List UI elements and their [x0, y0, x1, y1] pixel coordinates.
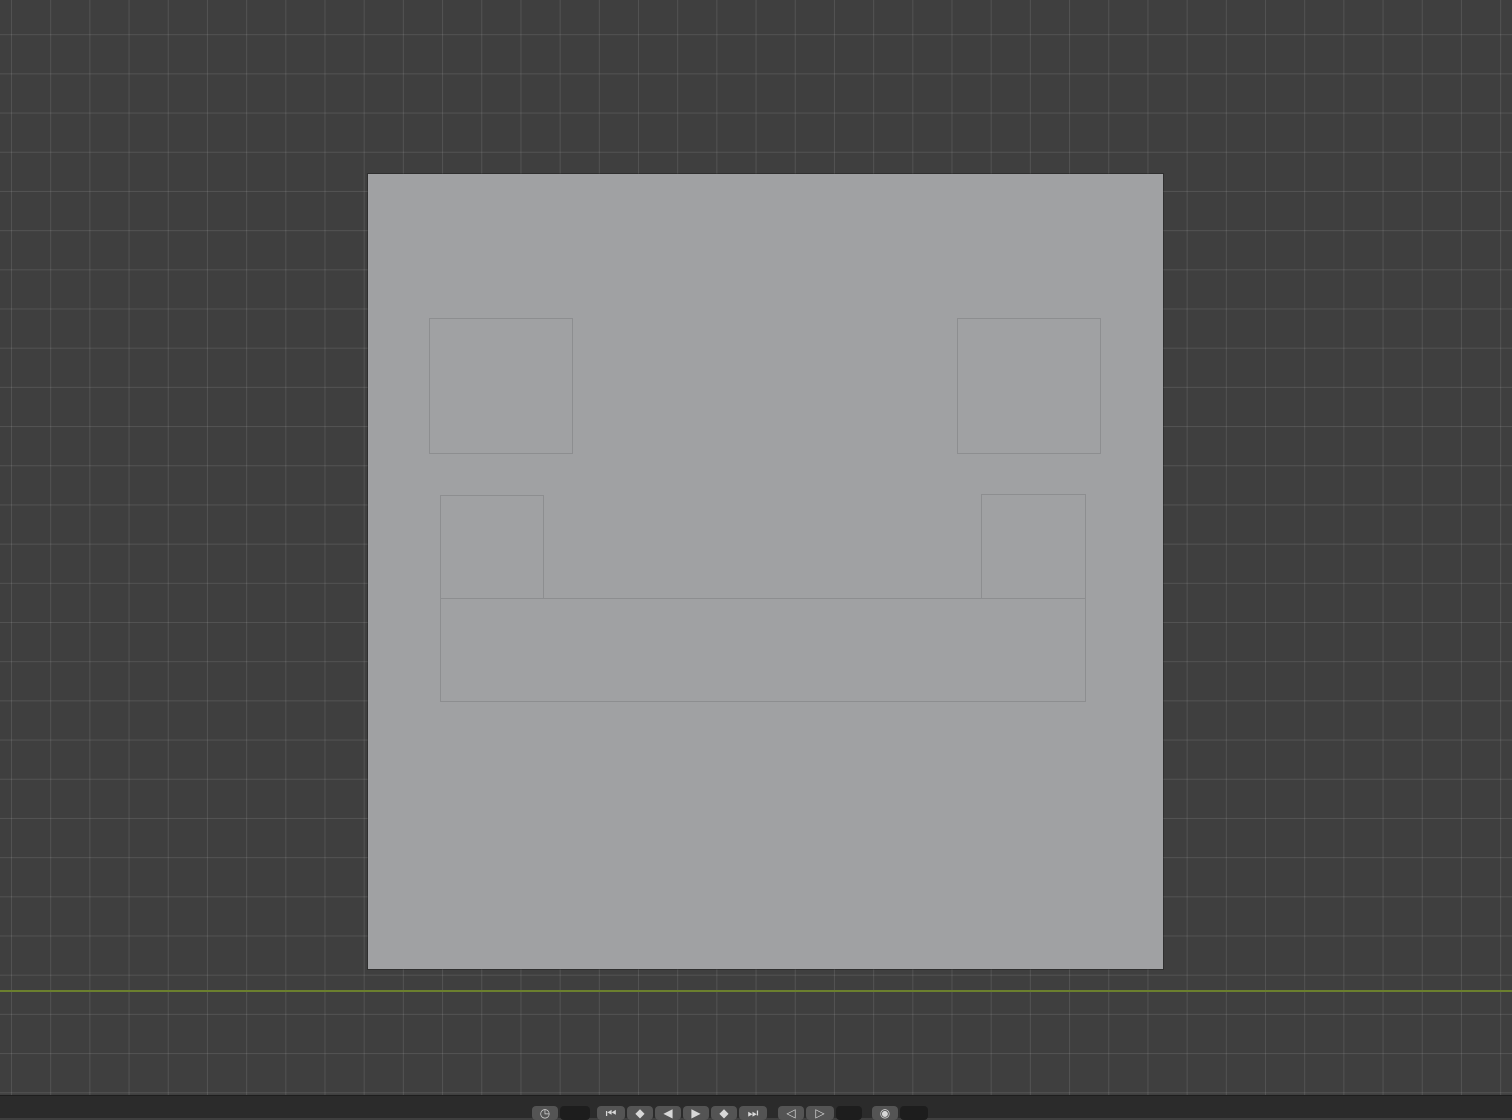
frame-step-field[interactable]: [836, 1106, 862, 1120]
mouth-right-corner-block[interactable]: [981, 494, 1086, 599]
3d-viewport[interactable]: [0, 0, 1512, 1095]
clock-icon[interactable]: ◷: [532, 1106, 558, 1120]
keyframe-next-icon[interactable]: ▷: [806, 1106, 834, 1120]
keyframe-previous-icon[interactable]: ◁: [778, 1106, 804, 1120]
jump-to-end-icon[interactable]: ⏭: [739, 1106, 767, 1120]
jump-to-keyframe-previous-icon[interactable]: ◆: [627, 1106, 653, 1120]
play-icon[interactable]: ▶: [683, 1106, 709, 1120]
timeline-header: ◷ ⏮ ◆ ◀ ▶ ◆ ⏭ ◁ ▷ ◉: [0, 1095, 1512, 1120]
right-eye-square[interactable]: [957, 318, 1101, 454]
jump-to-keyframe-next-icon[interactable]: ◆: [711, 1106, 737, 1120]
current-frame-field[interactable]: [560, 1106, 590, 1120]
mouth-bar-block[interactable]: [440, 598, 1086, 702]
jump-to-start-icon[interactable]: ⏮: [597, 1106, 625, 1120]
left-eye-square[interactable]: [429, 318, 573, 454]
record-icon[interactable]: ◉: [872, 1106, 898, 1120]
mouth-left-corner-block[interactable]: [440, 495, 544, 599]
plane-object[interactable]: [368, 174, 1163, 969]
x-axis-line: [0, 990, 1512, 992]
record-options-field[interactable]: [900, 1106, 928, 1120]
play-reverse-icon[interactable]: ◀: [655, 1106, 681, 1120]
